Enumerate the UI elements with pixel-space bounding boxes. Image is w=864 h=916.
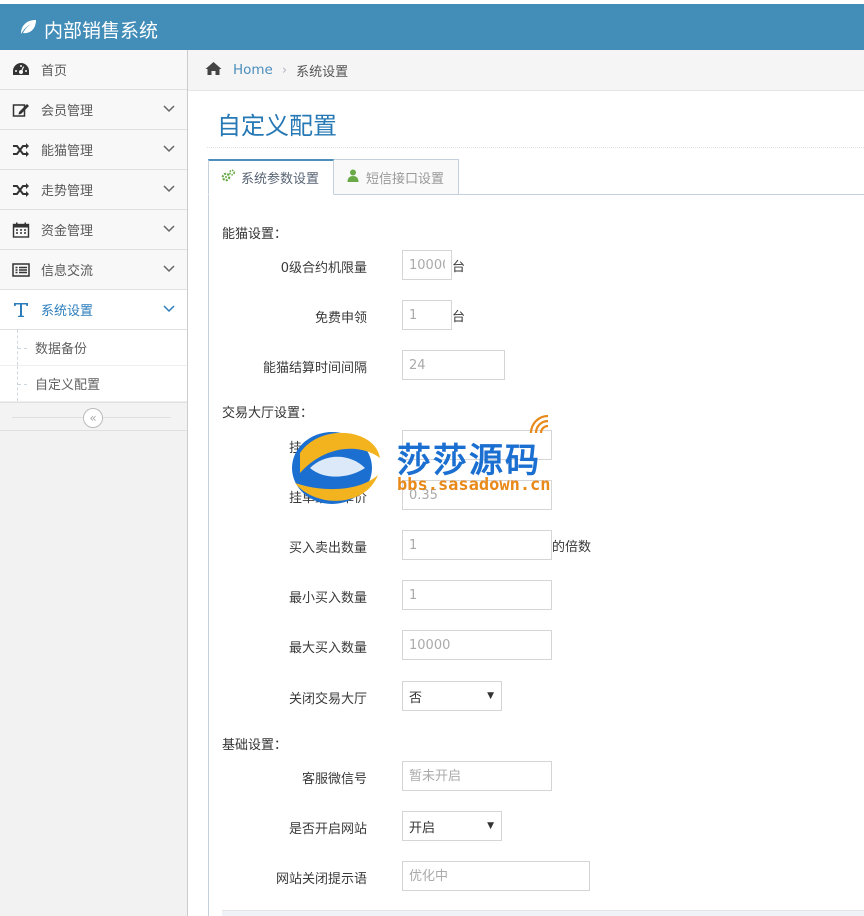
caret-down-icon: ▼ [487,691,494,701]
field-label: 免费申领 [314,311,367,326]
form-row-free-claim: 免费申领 台 [209,300,849,330]
form-actions-bar [222,910,864,916]
field-label: 买入卖出数量 [288,541,367,556]
sidebar-item-funds[interactable]: 资金管理 [0,210,187,250]
close-tip-input[interactable] [402,861,590,891]
sidebar-item-messages[interactable]: 信息交流 [0,250,187,290]
sidebar-item-members[interactable]: 会员管理 [0,90,187,130]
sidebar-item-panda[interactable]: 能猫管理 [0,130,187,170]
sidebar-item-settings[interactable]: 系统设置 [0,290,187,330]
field-label: 挂单最高单价 [288,491,367,506]
field-label: 是否开启网站 [288,822,367,837]
brand[interactable]: 内部销售系统 [18,16,158,43]
chevron-down-icon [163,105,175,113]
chevron-down-icon [163,145,175,153]
max-buy-input[interactable] [402,630,552,660]
tab-sms-interface[interactable]: 短信接口设置 [334,159,459,195]
settle-interval-input[interactable] [402,350,505,380]
chevron-down-icon [163,185,175,193]
sidebar-item-label: 系统设置 [41,304,94,319]
sidebar-item-trend[interactable]: 走势管理 [0,170,187,210]
wechat-input[interactable] [402,761,552,791]
section-title-basic: 基础设置： [222,738,288,753]
shuffle-icon [11,141,31,159]
sidebar-item-label: 首页 [41,64,68,79]
form-row-settle-interval: 能猫结算时间间隔 [209,350,849,380]
chevron-down-icon [163,225,175,233]
calendar-icon [11,221,31,239]
tab-label: 短信接口设置 [366,171,445,187]
field-label: 网站关闭提示语 [275,872,367,887]
breadcrumb-separator: › [281,62,288,78]
form-row-max-buy: 最大买入数量 [209,630,849,660]
section-title-hall: 交易大厅设置： [222,406,314,421]
sidebar-submenu: 数据备份 自定义配置 [0,330,187,403]
sidebar-item-label: 走势管理 [41,184,94,199]
field-label: 能猫结算时间间隔 [262,361,367,376]
form-row-contract-limit: 0级合约机限量 台 [209,250,849,280]
free-claim-input[interactable] [402,300,452,330]
form-row-close-tip: 网站关闭提示语 [209,861,849,891]
shuffle-icon [11,181,31,199]
max-price-input[interactable] [402,480,552,510]
min-price-input[interactable] [402,430,552,460]
breadcrumb: Home › 系统设置 [188,50,864,91]
settings-form: 能猫设置： 0级合约机限量 台 免费申领 台 能猫结算时间间隔 交易大厅设置： … [208,195,864,916]
unit-label: 的倍数 [552,540,592,555]
text-icon [11,301,31,319]
field-label: 最小买入数量 [288,591,367,606]
sidebar-item-home[interactable]: 首页 [0,50,187,90]
form-row-trade-qty: 买入卖出数量 的倍数 [209,530,849,560]
leaf-icon [18,17,38,42]
chevron-down-icon [163,265,175,273]
breadcrumb-home-link[interactable]: Home [233,62,273,78]
home-icon [205,61,222,80]
form-row-site-open: 是否开启网站 开启 ▼ [209,811,849,841]
field-label: 最大买入数量 [288,641,367,656]
field-label: 关闭交易大厅 [288,692,367,707]
caret-down-icon: ▼ [487,821,494,831]
tab-bar: 系统参数设置 短信接口设置 [208,159,864,195]
field-label: 客服微信号 [301,772,367,787]
breadcrumb-current: 系统设置 [296,64,349,80]
min-buy-input[interactable] [402,580,552,610]
user-icon [346,169,366,186]
section-title-panda: 能猫设置： [222,227,288,242]
tab-system-params[interactable]: 系统参数设置 [208,159,334,195]
app-title: 内部销售系统 [44,20,159,42]
select-value: 否 [409,690,423,706]
sidebar-item-label: 资金管理 [41,224,94,239]
sidebar-subitem-custom-config[interactable]: 自定义配置 [0,366,187,402]
form-row-min-price: 挂单最低单价 [209,430,849,460]
select-value: 开启 [409,820,436,836]
sidebar-item-label: 能猫管理 [41,144,94,159]
edit-icon [11,101,31,119]
sidebar: 首页 会员管理 能猫管理 走势管理 资金管理 信息交流 系统设置 数据备份 自定… [0,50,188,916]
dashboard-icon [11,61,31,79]
form-row-wechat: 客服微信号 [209,761,849,791]
cogs-icon [221,169,241,186]
form-row-close-hall: 关闭交易大厅 否 ▼ [209,681,849,711]
sidebar-item-label: 会员管理 [41,104,94,119]
unit-label: 台 [452,310,466,325]
sidebar-subitem-backup[interactable]: 数据备份 [0,330,187,366]
site-open-select[interactable]: 开启 ▼ [402,811,502,841]
page-title: 自定义配置 [217,112,337,140]
form-row-min-buy: 最小买入数量 [209,580,849,610]
field-label: 0级合约机限量 [280,261,367,276]
chevron-down-icon [163,305,175,313]
sidebar-item-label: 信息交流 [41,264,94,279]
trade-qty-input[interactable] [402,530,552,560]
field-label: 挂单最低单价 [288,441,367,456]
top-navbar: 内部销售系统 [0,0,864,50]
close-hall-select[interactable]: 否 ▼ [402,681,502,711]
list-icon [11,261,31,279]
unit-label: 台 [452,260,466,275]
form-row-max-price: 挂单最高单价 [209,480,849,510]
tab-label: 系统参数设置 [241,172,320,187]
divider [207,147,864,148]
contract-limit-input[interactable] [402,250,452,280]
sidebar-collapse-bar: « [0,403,187,431]
collapse-sidebar-button[interactable]: « [83,408,103,428]
